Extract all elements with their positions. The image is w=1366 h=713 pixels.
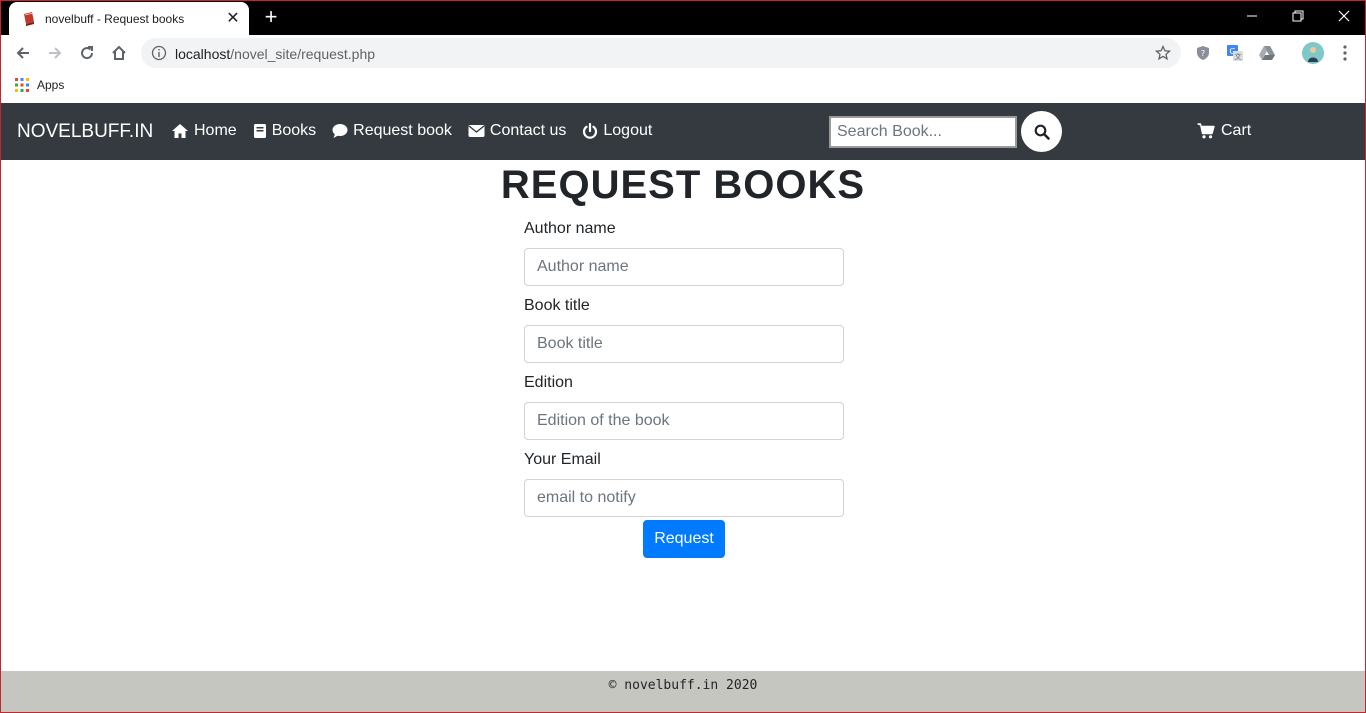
edition-input[interactable] (524, 402, 844, 440)
email-label: Your Email (524, 451, 601, 468)
reload-button[interactable] (75, 41, 99, 65)
bookmark-apps-label: Apps (37, 78, 65, 92)
window-close-button[interactable] (1321, 1, 1365, 31)
power-icon (582, 123, 598, 139)
search-input[interactable] (829, 116, 1017, 148)
svg-text:?: ? (1201, 49, 1205, 58)
forward-button[interactable] (43, 41, 67, 65)
menu-kebab-icon[interactable] (1335, 43, 1355, 63)
shield-extension-icon[interactable]: ? (1193, 43, 1213, 63)
back-button[interactable] (11, 41, 35, 65)
brand-logo[interactable]: NOVELBUFF.IN (17, 121, 153, 143)
new-tab-button[interactable]: + (259, 6, 283, 30)
edition-field-group: Edition (524, 371, 844, 440)
email-field-group: Your Email (524, 448, 844, 517)
cart-label: Cart (1221, 122, 1252, 139)
bookmark-apps[interactable]: Apps (15, 78, 64, 92)
restore-button[interactable] (1275, 1, 1321, 31)
nav-link-contact-us[interactable]: Contact us (468, 122, 566, 140)
nav-link-label: Request book (353, 122, 452, 139)
tab-title: novelbuff - Request books (45, 11, 185, 26)
search-button[interactable] (1021, 111, 1062, 152)
title-field-group: Book title (524, 294, 844, 363)
info-icon[interactable] (151, 45, 167, 66)
comment-icon (332, 123, 348, 139)
edition-label: Edition (524, 374, 573, 391)
translate-extension-icon[interactable]: G文 (1225, 43, 1245, 63)
close-icon (1338, 10, 1350, 22)
drive-extension-icon[interactable] (1257, 43, 1277, 63)
author-label: Author name (524, 220, 616, 237)
browser-toolbar: localhost/novel_site/request.php ? G文 (1, 35, 1365, 71)
page-title: REQUEST BOOKS (500, 163, 866, 207)
email-field[interactable] (524, 479, 844, 517)
nav-link-label: Books (271, 122, 317, 139)
url-path: /novel_site/request.php (230, 46, 376, 62)
request-button[interactable]: Request (643, 520, 725, 558)
tab-strip: novelbuff - Request books ✕ + (1, 1, 1365, 35)
nav-link-label: Logout (603, 122, 653, 139)
site-footer: © novelbuff.in 2020 (1, 671, 1365, 712)
avatar[interactable] (1301, 41, 1325, 65)
nav-link-label: Contact us (489, 122, 567, 139)
nav-links: Home Books Request book Contact us Logou… (171, 122, 652, 140)
nav-link-label: Home (194, 122, 237, 139)
site-navbar: NOVELBUFF.IN Home Books Request book Con… (1, 103, 1365, 160)
tab-close-icon[interactable]: ✕ (225, 10, 241, 27)
home-outline-icon (112, 45, 126, 60)
search-icon (1034, 124, 1050, 140)
nav-link-logout[interactable]: Logout (582, 122, 652, 140)
url-host: localhost (175, 46, 231, 62)
bookmark-star-icon[interactable] (1154, 44, 1172, 66)
envelope-icon (468, 124, 485, 138)
cart-link[interactable]: Cart (1197, 122, 1251, 140)
address-bar[interactable]: localhost/novel_site/request.php (141, 38, 1181, 68)
home-button[interactable] (107, 41, 131, 65)
nav-link-request-book[interactable]: Request book (332, 122, 452, 140)
minimize-button[interactable] (1229, 1, 1275, 31)
browser-window: novelbuff - Request books ✕ + localhost/… (0, 0, 1366, 713)
minimize-icon (1247, 15, 1257, 17)
nav-link-home[interactable]: Home (171, 122, 237, 140)
browser-tab[interactable]: novelbuff - Request books ✕ (9, 2, 249, 35)
book-favicon-icon (21, 11, 37, 27)
reload-icon (81, 46, 94, 60)
svg-text:文: 文 (1235, 52, 1242, 61)
restore-icon (1292, 10, 1304, 22)
footer-copyright: © novelbuff.in 2020 (608, 678, 758, 693)
author-name-input[interactable] (524, 248, 844, 286)
home-icon (171, 123, 189, 139)
url-text[interactable]: localhost/novel_site/request.php (175, 46, 375, 62)
book-icon (253, 123, 267, 139)
arrow-right-icon (49, 47, 62, 59)
book-title-input[interactable] (524, 325, 844, 363)
book-title-label: Book title (524, 297, 590, 314)
cart-icon (1197, 123, 1215, 139)
apps-grid-icon (15, 78, 29, 92)
request-form: Author name Book title Edition Your Emai… (524, 217, 844, 525)
author-field-group: Author name (524, 217, 844, 286)
arrow-left-icon (16, 47, 29, 59)
bookmarks-bar: Apps (1, 71, 1365, 103)
nav-link-books[interactable]: Books (253, 122, 316, 140)
